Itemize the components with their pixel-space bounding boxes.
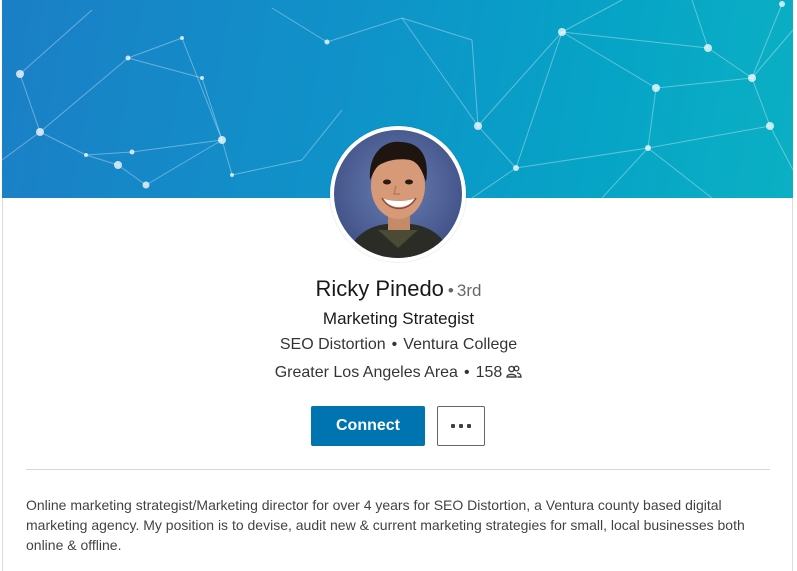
people-icon <box>506 365 522 384</box>
profile-summary: Online marketing strategist/Marketing di… <box>26 497 745 553</box>
profile-headline: Marketing Strategist <box>322 309 475 328</box>
profile-company-school-row: SEO Distortion • Ventura College <box>0 336 797 354</box>
profile-photo[interactable] <box>334 130 462 258</box>
profile-name-row: Ricky Pinedo • 3rd <box>0 276 797 302</box>
profile-photo-frame[interactable] <box>330 126 466 262</box>
profile-school-link[interactable]: Ventura College <box>403 336 517 353</box>
profile-location: Greater Los Angeles Area <box>274 364 458 381</box>
degree-label: 3rd <box>456 281 482 300</box>
connections-count[interactable]: 158 <box>476 364 503 381</box>
connect-button[interactable]: Connect <box>311 406 425 446</box>
connection-degree: • 3rd <box>448 281 482 300</box>
profile-location-row: Greater Los Angeles Area • 158 <box>0 364 797 384</box>
separator-bullet: • <box>463 364 470 381</box>
profile-company-link[interactable]: SEO Distortion <box>280 336 386 353</box>
profile-name: Ricky Pinedo <box>315 276 444 301</box>
section-divider <box>26 469 770 470</box>
degree-bullet: • <box>447 281 454 300</box>
more-horizontal-icon <box>451 424 455 428</box>
more-actions-button[interactable] <box>437 406 485 446</box>
separator-bullet: • <box>391 336 398 353</box>
